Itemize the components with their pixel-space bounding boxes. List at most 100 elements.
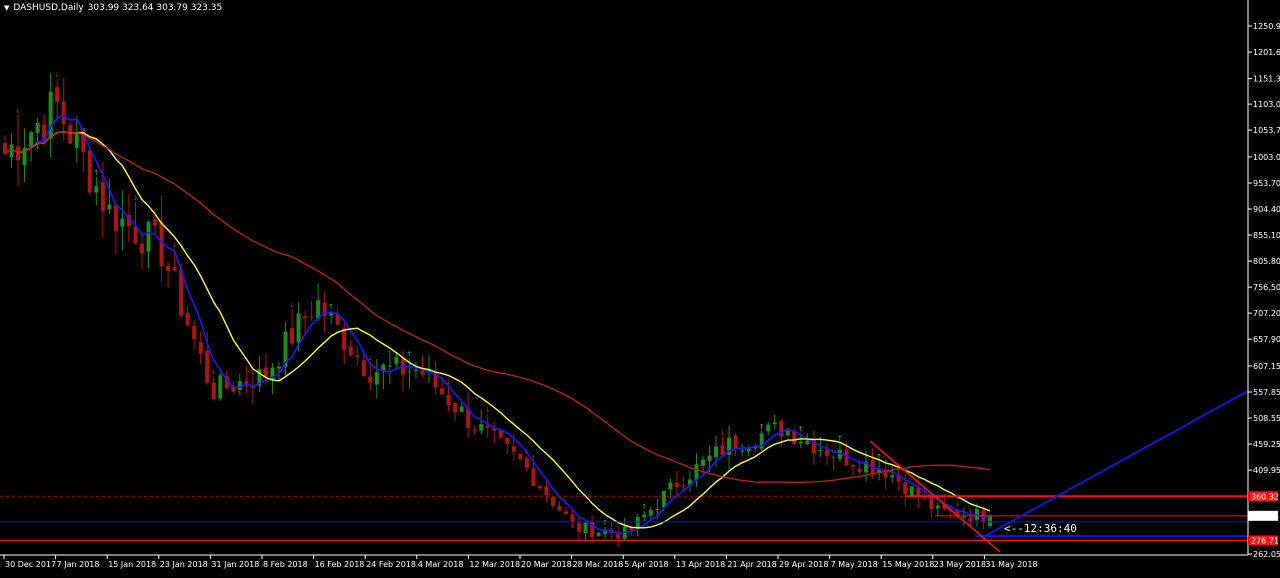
candle-body [94, 186, 99, 193]
candle-body [681, 485, 686, 487]
candle-body [472, 429, 477, 431]
candle-body [700, 459, 705, 466]
bar-countdown-timer: <--12:36:40 [1004, 522, 1077, 535]
candle-body [100, 182, 105, 212]
candle-body [577, 522, 582, 532]
candle-body [922, 497, 927, 499]
candle-body [909, 486, 914, 496]
ohlc-values: 303.99 323.64 303.79 323.35 [87, 3, 223, 13]
candle-body [498, 430, 503, 438]
candle-body [818, 450, 823, 452]
candle-body [55, 86, 60, 102]
candle-body [407, 371, 412, 373]
candle-body [831, 456, 836, 458]
symbol-period-label: DASHUSD,Daily [13, 3, 84, 13]
candle-body [968, 517, 973, 522]
dropdown-triangle-icon[interactable]: ▼ [4, 4, 9, 12]
candle-body [479, 424, 484, 431]
fractal-arrow-icon: ↑ [602, 519, 608, 527]
candle-body [61, 101, 66, 125]
fractal-arrow-icon: ↑ [406, 350, 412, 358]
price-axis-label: 1250.95 [1253, 22, 1280, 31]
candle-body [766, 424, 771, 432]
candle-body [785, 430, 790, 436]
fractal-arrow-icon: ↑ [93, 169, 99, 177]
candle-body [505, 437, 510, 445]
candle-body [596, 532, 601, 536]
price-axis-label: 855.10 [1253, 231, 1280, 240]
candle-body [263, 367, 268, 377]
time-axis-label: 31 May 2018 [985, 560, 1037, 569]
time-axis-label: 24 Feb 2018 [366, 560, 416, 569]
time-axis-label: 23 May 2018 [934, 560, 986, 569]
candle-body [733, 435, 738, 450]
chart-window[interactable]: ↓↓↑↓↓↓↓↓↑↓↑↓↓↓↓↑↑↓↓↑↑↑↑↓↓ 1250.951201.65… [0, 0, 1280, 574]
fractal-arrow-icon: ↓ [720, 429, 726, 437]
price-axis-label: 459.25 [1253, 440, 1280, 449]
price-axis-label: 1201.65 [1253, 48, 1280, 57]
candle-body [185, 313, 190, 326]
price-axis-label: 1151.35 [1253, 75, 1280, 84]
price-axis-label: 1103.05 [1253, 100, 1280, 109]
time-axis-label: 16 Feb 2018 [315, 560, 365, 569]
fractal-arrow-icon: ↓ [172, 241, 178, 249]
fractal-arrow-icon: ↓ [954, 500, 960, 508]
time-axis-label: 31 Jan 2018 [211, 560, 259, 569]
price-axis-label: 508.55 [1253, 414, 1280, 423]
time-axis-label: 28 Mar 2018 [573, 560, 624, 569]
price-axis-label: 607.15 [1253, 362, 1280, 371]
candle-body [805, 440, 810, 444]
candle-body [524, 458, 529, 468]
time-axis-label: 29 Apr 2018 [779, 560, 828, 569]
candle-body [563, 511, 568, 514]
price-axis-label: 1003.00 [1253, 153, 1280, 162]
candle-body [550, 496, 555, 506]
candle-body [29, 132, 34, 147]
candle-body [583, 522, 588, 534]
candle-body [570, 514, 575, 522]
fractal-arrow-icon: ↓ [132, 194, 138, 202]
candle-body [342, 328, 347, 350]
price-axis-label: 1053.75 [1253, 126, 1280, 135]
candle-body [348, 346, 353, 356]
candle-body [218, 375, 223, 399]
fractal-arrow-icon: ↓ [289, 301, 295, 309]
candle-body [518, 453, 523, 460]
fractal-arrow-icon: ↓ [54, 71, 60, 79]
candle-body [368, 376, 373, 383]
candle-body [374, 372, 379, 385]
time-axis-label: 21 Apr 2018 [727, 560, 776, 569]
candle-body [420, 370, 425, 375]
candle-body [740, 450, 745, 452]
price-axis-label: 805.80 [1253, 257, 1280, 266]
candle-body [857, 468, 862, 472]
candle-body [772, 422, 777, 425]
fractal-arrow-icon: ↑ [641, 503, 647, 511]
candle-body [961, 516, 966, 518]
time-axis-label: 20 Mar 2018 [521, 560, 572, 569]
candle-body [107, 204, 112, 210]
candle-body [674, 482, 679, 488]
time-axis-label: 7 May 2018 [831, 560, 878, 569]
fractal-arrow-icon: ↑ [759, 423, 765, 431]
candle-body [557, 505, 562, 511]
candle-body [537, 485, 542, 489]
candle-body [903, 482, 908, 495]
candle-body [87, 150, 92, 193]
candle-body [153, 219, 158, 226]
time-axis-label: 4 Mar 2018 [418, 560, 464, 569]
candle-body [394, 356, 399, 365]
candle-body [355, 355, 360, 358]
time-axis-label: 23 Jan 2018 [160, 560, 208, 569]
fractal-arrow-icon: ↓ [15, 107, 21, 115]
candle-body [655, 508, 660, 510]
candle-body [446, 394, 451, 406]
candle-body [205, 350, 210, 383]
candle-body [35, 123, 40, 133]
candle-body [798, 442, 803, 444]
candle-body [720, 445, 725, 456]
candle-body [694, 464, 699, 480]
candle-body [309, 316, 314, 318]
price-chart[interactable]: ↓↓↑↓↓↓↓↓↑↓↑↓↓↓↓↑↑↓↓↑↑↑↑↓↓ 1250.951201.65… [0, 0, 1280, 574]
candle-body [361, 360, 366, 377]
